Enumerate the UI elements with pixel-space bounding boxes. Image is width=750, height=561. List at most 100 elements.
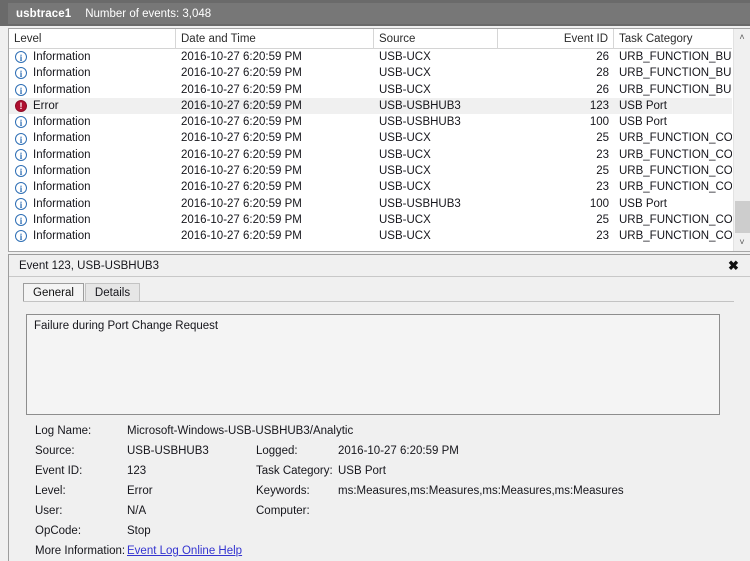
event-detail-pane: Event 123, USB-USBHUB3 ✖ General Details …	[8, 254, 750, 561]
field-label-level: Level:	[35, 485, 66, 497]
cell-level: Error	[33, 99, 59, 112]
table-row[interactable]: i Information 2016-10-27 6:20:59 PM USB-UCX…	[9, 228, 732, 244]
cell-source: USB-USBHUB3	[379, 99, 461, 112]
field-label-source: Source:	[35, 445, 75, 457]
cell-category: URB_FUNCTION_CON...	[619, 181, 732, 194]
cell-event-id: 25	[596, 213, 609, 226]
events-list-panel: Level Date and Time Source Event ID Task…	[8, 28, 750, 252]
cell-category: URB_FUNCTION_CON...	[619, 148, 732, 161]
scroll-down-arrow-icon[interactable]: ˅	[734, 234, 750, 251]
cell-level: Information	[33, 116, 91, 129]
cell-category: URB_FUNCTION_CON...	[619, 230, 732, 243]
column-header-task-category[interactable]: Task Category	[614, 29, 732, 49]
cell-category: URB_FUNCTION_CON...	[619, 132, 732, 145]
scroll-up-arrow-icon[interactable]: ˄	[734, 29, 750, 46]
cell-level: Information	[33, 67, 91, 80]
event-count-label: Number of events: 3,048	[85, 7, 212, 20]
event-detail-title: Event 123, USB-USBHUB3	[19, 260, 159, 272]
cell-source: USB-UCX	[379, 51, 431, 63]
cell-category: USB Port	[619, 116, 667, 129]
cell-event-id: 100	[589, 116, 609, 129]
cell-level: Information	[33, 51, 91, 63]
field-value-opcode: Stop	[127, 525, 151, 537]
table-row[interactable]: i Information 2016-10-27 6:20:59 PM USB-UCX…	[9, 212, 732, 228]
cell-event-id: 23	[596, 181, 609, 194]
cell-source: USB-UCX	[379, 165, 431, 178]
cell-level: Information	[33, 181, 91, 194]
tab-details[interactable]: Details	[84, 283, 141, 302]
table-row[interactable]: i Information 2016-10-27 6:20:59 PM USB-UCX…	[9, 147, 732, 163]
event-log-online-help-link[interactable]: Event Log Online Help	[127, 545, 242, 557]
table-row[interactable]: i Information 2016-10-27 6:20:59 PM USB-UCX…	[9, 49, 732, 65]
table-row[interactable]: ! Error 2016-10-27 6:20:59 PM USB-USBHUB3 12…	[9, 97, 732, 115]
event-viewer-window: usbtrace1 Number of events: 3,048 Level …	[0, 0, 750, 561]
cell-category: USB Port	[619, 99, 667, 112]
field-label-log-name: Log Name:	[35, 425, 92, 437]
cell-category: URB_FUNCTION_CON...	[619, 213, 732, 226]
field-value-source: USB-USBHUB3	[127, 445, 209, 457]
column-header-event-id[interactable]: Event ID	[498, 29, 614, 49]
cell-event-id: 23	[596, 148, 609, 161]
column-header-date-and-time[interactable]: Date and Time	[176, 29, 374, 49]
cell-source: USB-UCX	[379, 181, 431, 194]
table-row[interactable]: i Information 2016-10-27 6:20:59 PM USB-USB…	[9, 114, 732, 130]
cell-event-id: 123	[589, 99, 609, 112]
column-header-source[interactable]: Source	[374, 29, 498, 49]
cell-category: URB_FUNCTION_BULK...	[619, 83, 732, 96]
cell-datetime: 2016-10-27 6:20:59 PM	[181, 213, 302, 226]
cell-source: USB-UCX	[379, 83, 431, 96]
field-value-logged: 2016-10-27 6:20:59 PM	[338, 445, 459, 457]
field-value-level: Error	[127, 485, 153, 497]
field-label-computer: Computer:	[256, 505, 310, 517]
cell-source: USB-USBHUB3	[379, 197, 461, 210]
cell-datetime: 2016-10-27 6:20:59 PM	[181, 132, 302, 145]
field-value-event-id: 123	[127, 465, 147, 477]
table-row[interactable]: i Information 2016-10-27 6:20:59 PM USB-UCX…	[9, 65, 732, 81]
field-label-opcode: OpCode:	[35, 525, 82, 537]
table-row[interactable]: i Information 2016-10-27 6:20:59 PM USB-UCX…	[9, 82, 732, 98]
column-header-level[interactable]: Level	[9, 29, 176, 49]
cell-level: Information	[33, 230, 91, 243]
cell-source: USB-UCX	[379, 67, 431, 80]
cell-source: USB-UCX	[379, 132, 431, 145]
cell-event-id: 25	[596, 132, 609, 145]
field-label-keywords: Keywords:	[256, 485, 310, 497]
cell-datetime: 2016-10-27 6:20:59 PM	[181, 67, 302, 80]
cell-datetime: 2016-10-27 6:20:59 PM	[181, 99, 302, 112]
cell-datetime: 2016-10-27 6:20:59 PM	[181, 197, 302, 210]
field-label-event-id: Event ID:	[35, 465, 83, 477]
cell-level: Information	[33, 165, 91, 178]
event-detail-header: Event 123, USB-USBHUB3 ✖	[9, 255, 750, 277]
cell-level: Information	[33, 197, 91, 210]
cell-datetime: 2016-10-27 6:20:59 PM	[181, 51, 302, 63]
table-row[interactable]: i Information 2016-10-27 6:20:59 PM USB-UCX…	[9, 179, 732, 195]
events-list-scrollbar[interactable]: ˄ ˅	[733, 29, 750, 251]
cell-source: USB-UCX	[379, 148, 431, 161]
cell-datetime: 2016-10-27 6:20:59 PM	[181, 148, 302, 161]
tab-general[interactable]: General	[23, 283, 84, 302]
cell-category: URB_FUNCTION_BULK...	[619, 51, 732, 63]
cell-level: Information	[33, 148, 91, 161]
cell-event-id: 100	[589, 197, 609, 210]
cell-category: URB_FUNCTION_BULK...	[619, 67, 732, 80]
cell-event-id: 25	[596, 165, 609, 178]
field-value-log-name: Microsoft-Windows-USB-USBHUB3/Analytic	[127, 425, 354, 437]
cell-event-id: 26	[596, 51, 609, 63]
table-row[interactable]: i Information 2016-10-27 6:20:59 PM USB-UCX…	[9, 130, 732, 146]
events-list-header: Level Date and Time Source Event ID Task…	[9, 29, 732, 49]
cell-event-id: 26	[596, 83, 609, 96]
cell-level: Information	[33, 213, 91, 226]
table-row[interactable]: i Information 2016-10-27 6:20:59 PM USB-UCX…	[9, 163, 732, 179]
cell-datetime: 2016-10-27 6:20:59 PM	[181, 230, 302, 243]
log-header-bar: usbtrace1 Number of events: 3,048	[8, 3, 750, 24]
cell-source: USB-UCX	[379, 230, 431, 243]
scrollbar-thumb[interactable]	[735, 201, 750, 233]
close-icon[interactable]: ✖	[725, 258, 742, 274]
cell-event-id: 23	[596, 230, 609, 243]
event-message-box[interactable]: Failure during Port Change Request	[26, 314, 720, 415]
event-message-text: Failure during Port Change Request	[34, 320, 219, 332]
field-label-task-category: Task Category:	[256, 465, 333, 477]
cell-event-id: 28	[596, 67, 609, 80]
field-value-user: N/A	[127, 505, 147, 517]
table-row[interactable]: i Information 2016-10-27 6:20:59 PM USB-USB…	[9, 196, 732, 212]
